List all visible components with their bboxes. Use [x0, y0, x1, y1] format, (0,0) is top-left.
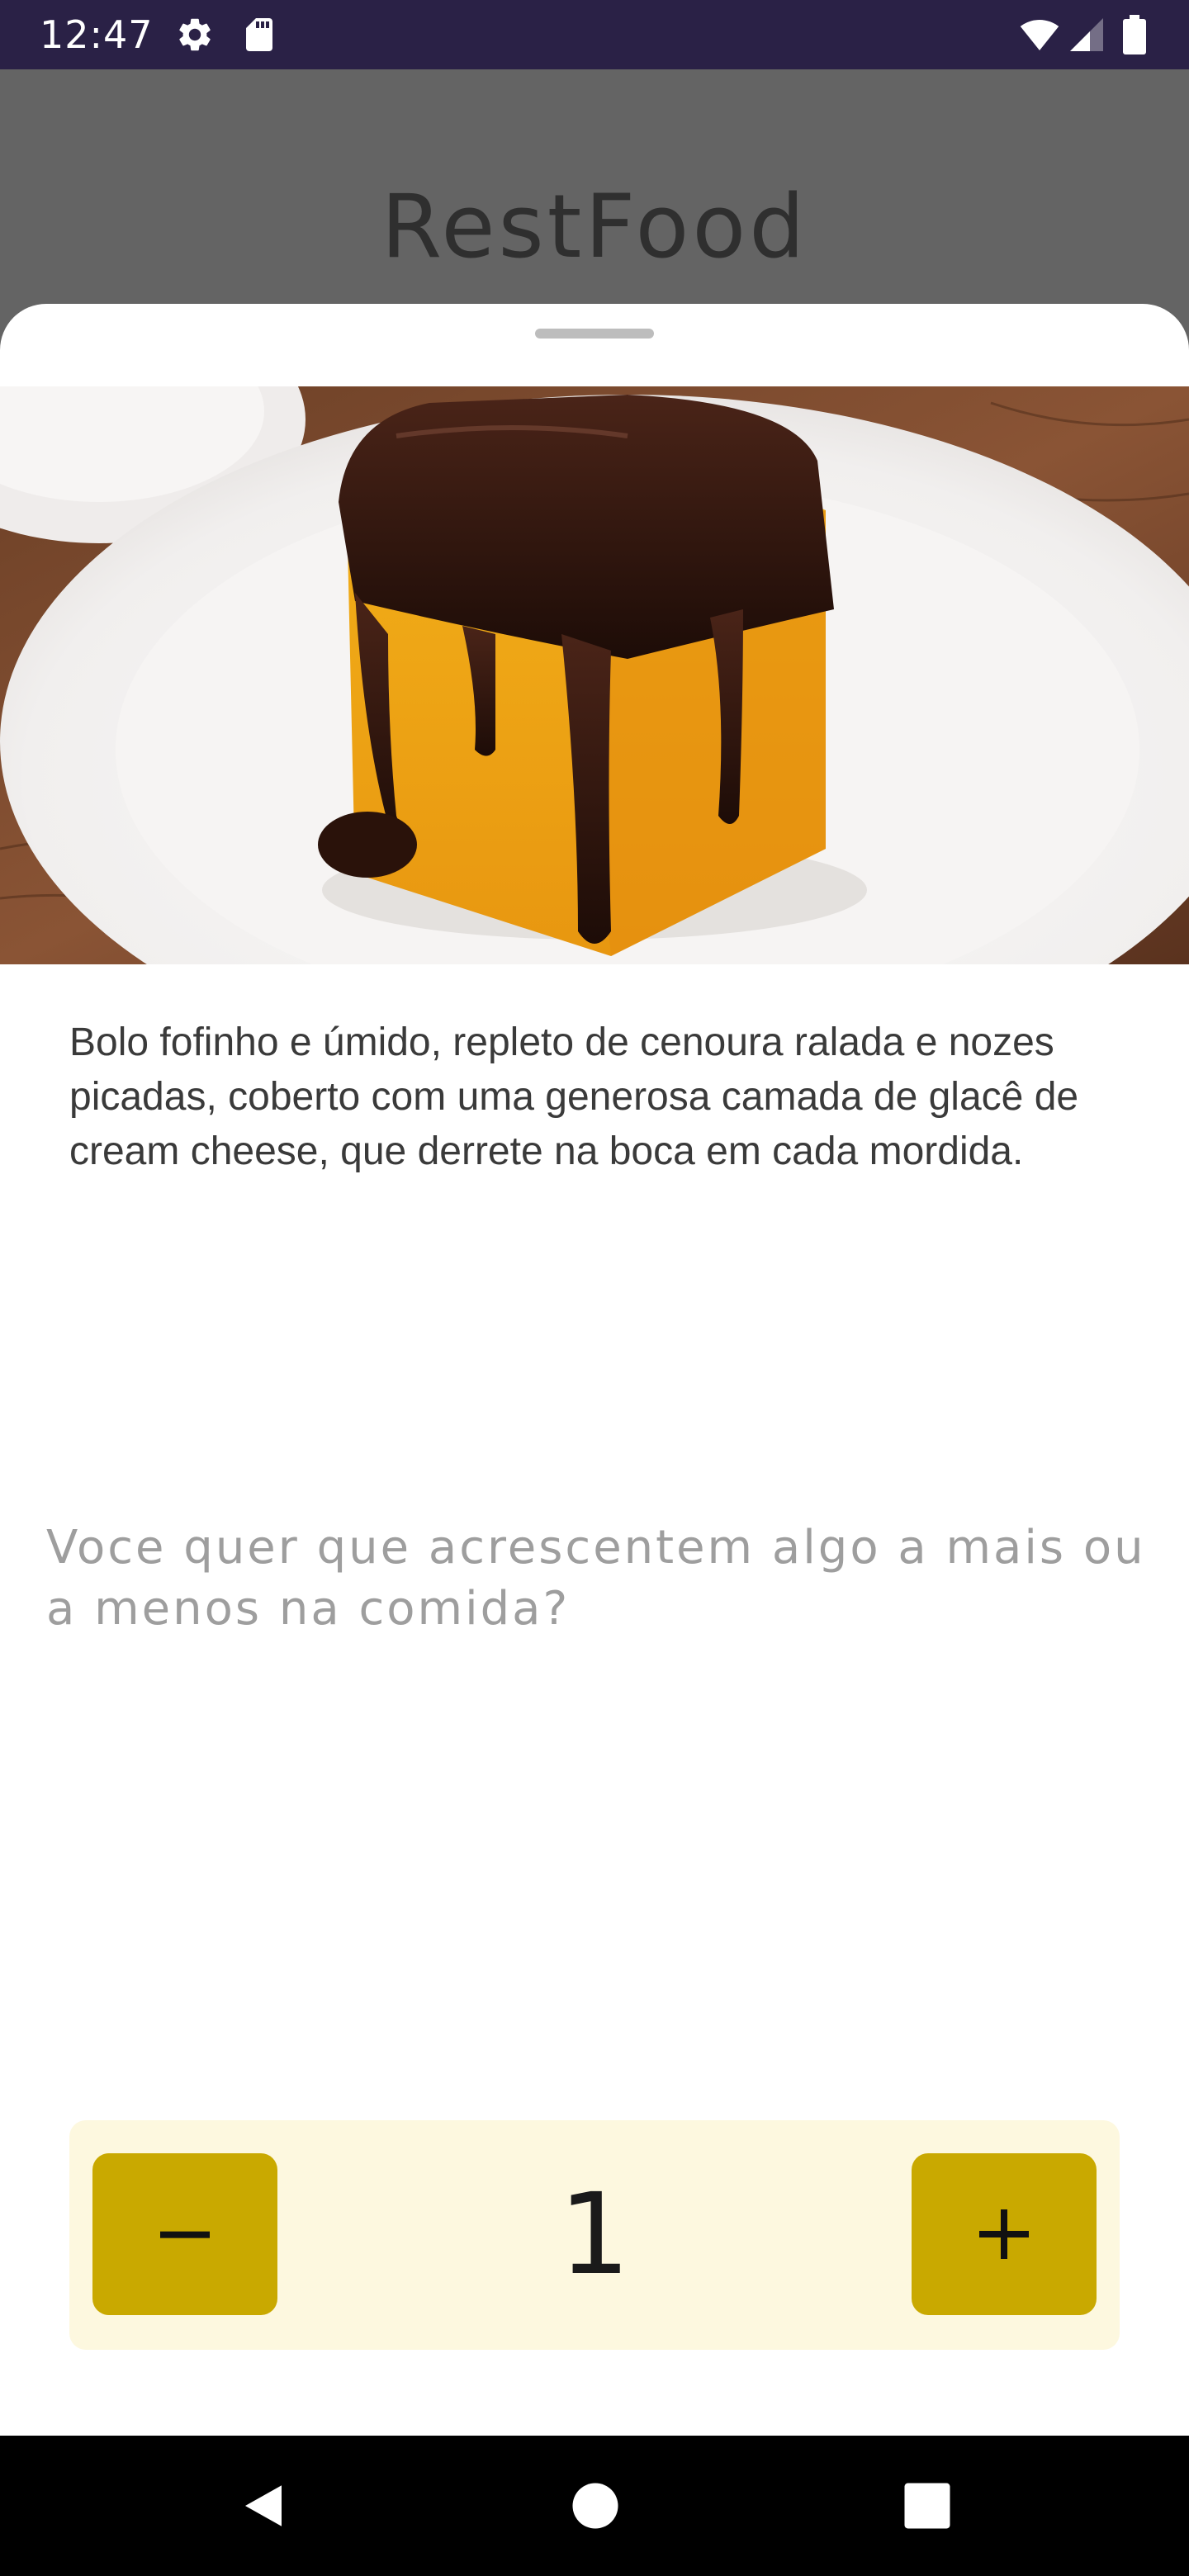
decrement-button[interactable]: [92, 2153, 277, 2315]
navigation-bar: [0, 2436, 1189, 2576]
signal-icon: [1067, 15, 1106, 54]
battery-icon: [1120, 15, 1149, 54]
food-description: Bolo fofinho e úmido, repleto de cenoura…: [69, 1020, 1079, 1173]
back-icon[interactable]: [236, 2479, 291, 2533]
drag-handle[interactable]: [535, 329, 654, 339]
recents-icon[interactable]: [900, 2479, 955, 2533]
bottom-sheet: Bolo fofinho e úmido, repleto de cenoura…: [0, 304, 1189, 2436]
increment-button[interactable]: [912, 2153, 1097, 2315]
food-image: [0, 386, 1189, 964]
quantity-value: 1: [558, 2170, 631, 2300]
notes-input[interactable]: [46, 1518, 1153, 1674]
plus-icon: [979, 2209, 1029, 2259]
minus-icon: [160, 2231, 210, 2238]
status-time: 12:47: [40, 12, 154, 57]
gear-icon: [175, 15, 215, 54]
home-icon[interactable]: [568, 2479, 623, 2533]
carrot-cake-with-chocolate-icon: [0, 386, 1189, 964]
status-bar: 12:47: [0, 0, 1189, 69]
wifi-icon: [1017, 15, 1062, 54]
app-title: RestFood: [381, 176, 808, 277]
sd-card-icon: [239, 15, 279, 54]
quantity-stepper: 1: [69, 2120, 1120, 2350]
